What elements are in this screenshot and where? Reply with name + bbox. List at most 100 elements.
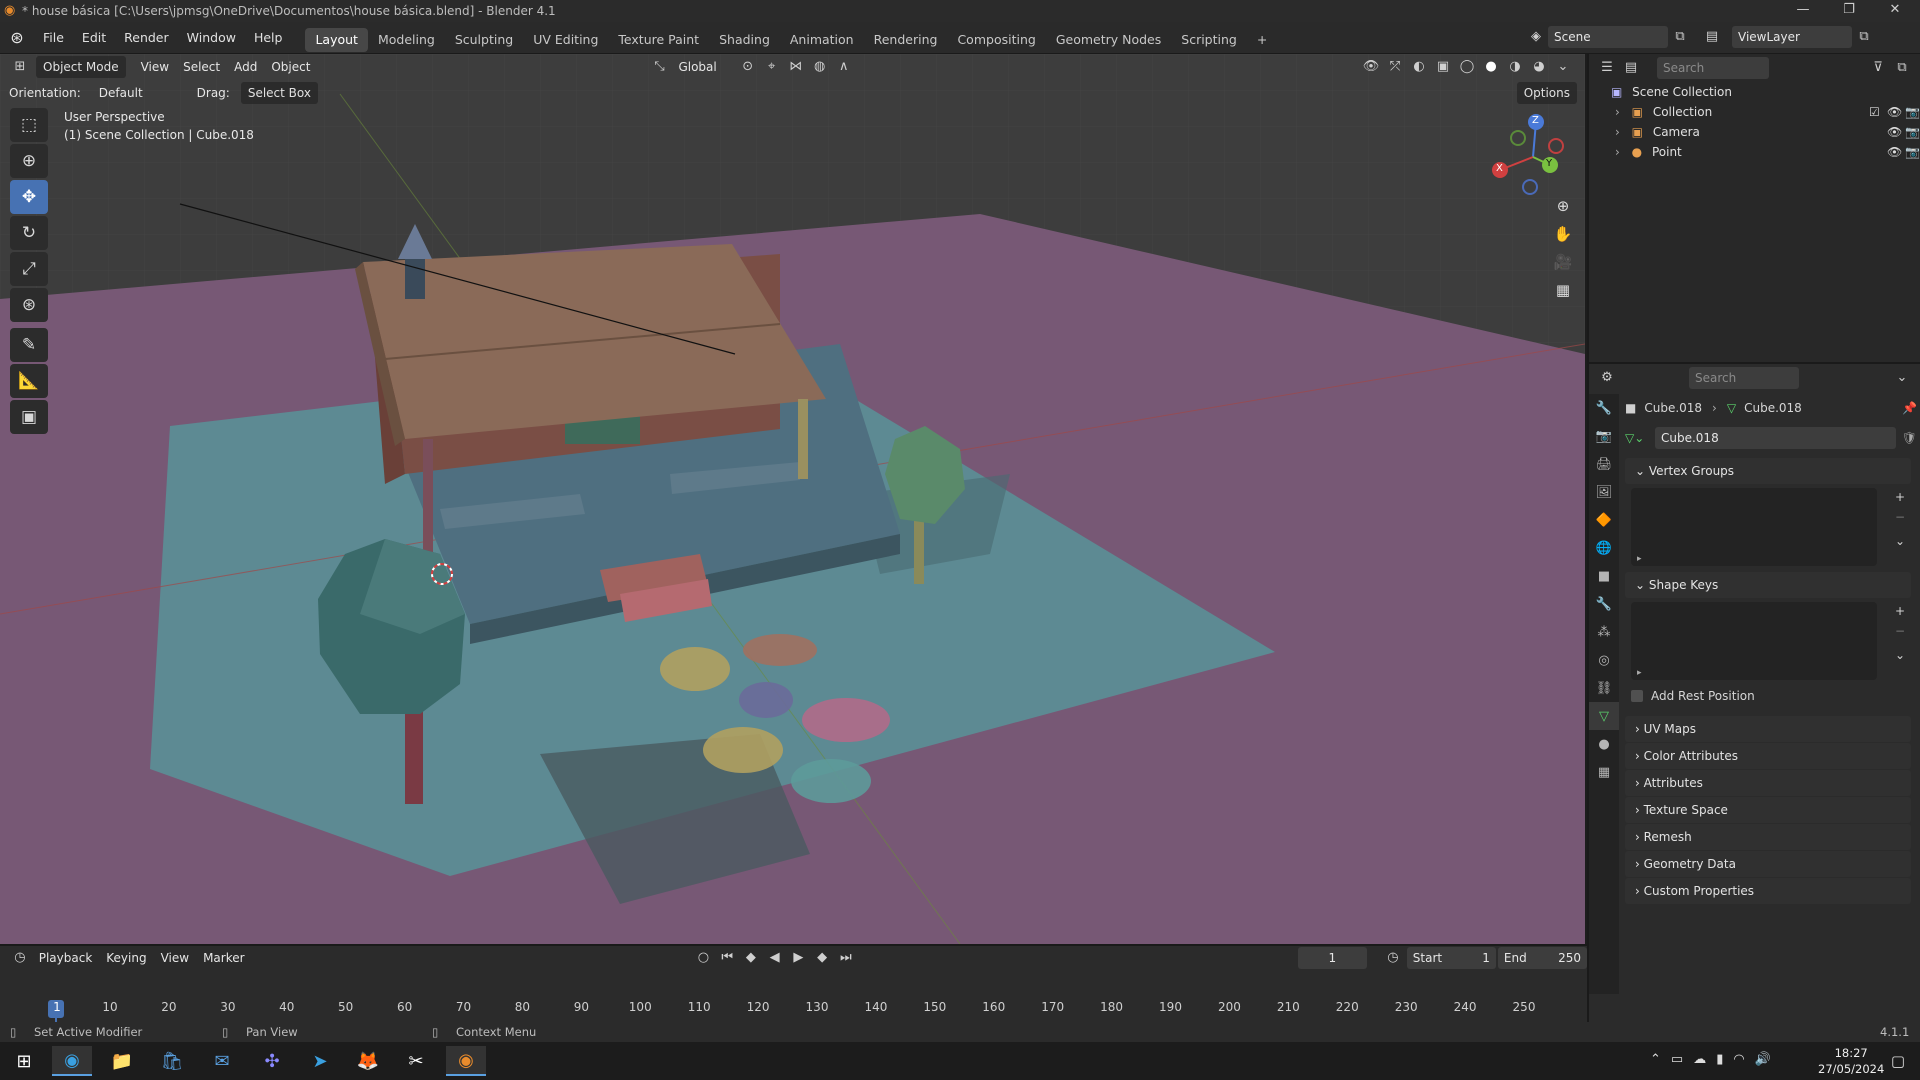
add-workspace-button[interactable]: + [1247,28,1277,52]
playback-menu[interactable]: Playback [32,951,100,965]
vertex-groups-panel-header[interactable]: ⌄ Vertex Groups [1625,458,1911,484]
menu-file[interactable]: File [34,22,73,54]
object-tab-icon[interactable]: ■ [1589,562,1619,590]
camera-view-icon[interactable]: 🎥 [1549,248,1577,276]
add-cube-tool-icon[interactable]: ▣ [10,400,48,434]
list-expand-icon[interactable]: ▸ [1637,554,1642,564]
list-expand-icon[interactable]: ▸ [1637,668,1642,678]
shape-keys-panel-header[interactable]: ⌄ Shape Keys [1625,572,1911,598]
gizmo-y-label[interactable]: Y [1546,158,1552,169]
physics-tab-icon[interactable]: ◎ [1589,646,1619,674]
play-icon[interactable]: ▶ [787,947,811,969]
keying-menu[interactable]: Keying [99,951,153,965]
pan-hand-icon[interactable]: ✋ [1549,220,1577,248]
options-dropdown[interactable]: Options [1516,82,1577,104]
remesh-panel-header[interactable]: › Remesh [1625,824,1911,850]
falloff-icon[interactable]: ∧ [832,56,856,78]
gizmo-z-label[interactable]: Z [1532,115,1539,126]
view-layer-field[interactable]: ViewLayer [1732,26,1852,48]
mesh-name-field[interactable]: Cube.018 [1655,427,1896,449]
transform-orientation-dropdown[interactable]: Global [671,60,723,74]
timeline-ruler[interactable]: 1 10 20 30 40 50 60 70 80 90 100 110 120 130 140 150 160… [0,970,1587,1048]
select-box-icon[interactable]: ⬚ [10,108,48,142]
viewport-menu-add[interactable]: Add [227,60,264,74]
store-icon[interactable]: 🛍 [152,1046,192,1076]
render-camera-icon[interactable]: 📷 [1905,102,1920,122]
add-rest-position-checkbox[interactable] [1631,690,1643,702]
add-shape-key-button[interactable]: + [1895,604,1905,618]
material-shading-icon[interactable]: ◑ [1503,56,1527,78]
tab-rendering[interactable]: Rendering [864,28,948,52]
solid-shading-icon[interactable]: ● [1479,56,1503,78]
remove-shape-key-button[interactable]: − [1895,624,1905,638]
tab-layout[interactable]: Layout [305,27,368,52]
move-tool-icon[interactable]: ✥ [10,180,48,214]
windows-start-icon[interactable]: ⊞ [4,1046,44,1076]
timeline-view-menu[interactable]: View [154,951,196,965]
exclude-checkbox[interactable]: ☑ [1869,102,1880,122]
snap-target-icon[interactable]: ⋈ [784,56,808,78]
orientation-dropdown[interactable]: Default [92,86,150,100]
scene-name-field[interactable]: Scene [1548,26,1668,48]
blender-menu-icon[interactable]: ⊛ [0,28,34,47]
next-keyframe-icon[interactable]: ◆ [810,947,834,969]
gizmo-x-label[interactable]: X [1496,163,1503,174]
tab-shading[interactable]: Shading [709,28,780,52]
menu-edit[interactable]: Edit [73,22,115,54]
tab-sculpting[interactable]: Sculpting [445,28,523,52]
visibility-eye-icon[interactable]: 👁 [1887,102,1902,122]
world-tab-icon[interactable]: 🌐 [1589,534,1619,562]
shape-keys-list[interactable]: + − ⌄ ▸ [1631,602,1905,680]
perspective-toggle-icon[interactable]: ▦ [1549,276,1577,304]
snap-icon[interactable]: ⌖ [760,56,784,78]
xray-toggle-icon[interactable]: ▣ [1431,56,1455,78]
timeline-editor-icon[interactable]: ◷ [8,947,32,969]
scale-tool-icon[interactable]: ⤢ [10,252,48,286]
rendered-shading-icon[interactable]: ◕ [1527,56,1551,78]
tab-texture-paint[interactable]: Texture Paint [608,28,709,52]
scene-selector-icon[interactable]: ◈ [1524,26,1548,48]
mesh-browse-icon[interactable]: ▽⌄ [1625,431,1651,445]
clock[interactable]: 18:27 27/05/2024 [1818,1045,1884,1077]
maximize-button[interactable]: ❐ [1826,2,1872,20]
tab-modeling[interactable]: Modeling [368,28,445,52]
uv-maps-panel-header[interactable]: › UV Maps [1625,716,1911,742]
capcut-icon[interactable]: ✂ [396,1046,436,1076]
expand-icon[interactable]: › [1615,125,1620,139]
outliner-item-collection[interactable]: › ▣ Collection ☑ 👁 📷 [1589,102,1920,122]
texture-tab-icon[interactable]: ▦ [1589,758,1619,786]
firefox-icon[interactable]: 🦊 [348,1046,388,1076]
tray-wifi-icon[interactable]: ◠ [1733,1052,1744,1067]
navigation-gizmo[interactable]: Z X Y [1488,112,1578,202]
properties-options-icon[interactable]: ⌄ [1890,367,1914,389]
properties-editor-icon[interactable]: ⚙ [1595,367,1619,389]
particles-tab-icon[interactable]: ⁂ [1589,618,1619,646]
remove-vertex-group-button[interactable]: − [1895,510,1905,524]
material-tab-icon[interactable]: ● [1589,730,1619,758]
tab-compositing[interactable]: Compositing [947,28,1045,52]
notifications-icon[interactable]: ▢ [1878,1046,1918,1076]
tab-scripting[interactable]: Scripting [1171,28,1247,52]
zoom-icon[interactable]: ⊕ [1549,192,1577,220]
render-camera-icon[interactable]: 📷 [1905,122,1920,142]
3d-viewport[interactable] [0,54,1585,944]
wireframe-shading-icon[interactable]: ◯ [1455,56,1479,78]
expand-icon[interactable]: › [1615,105,1620,119]
render-tab-icon[interactable]: 📷 [1589,422,1619,450]
marker-menu[interactable]: Marker [196,951,251,965]
menu-render[interactable]: Render [115,22,178,54]
start-frame-field[interactable]: Start 1 [1406,947,1496,969]
proportional-edit-icon[interactable]: ◍ [808,56,832,78]
mail-icon[interactable]: ✉ [202,1046,242,1076]
tray-battery-icon[interactable]: ▮ [1716,1052,1723,1067]
outliner-editor-icon[interactable]: ☰ [1595,57,1619,79]
tab-animation[interactable]: Animation [780,28,864,52]
auto-keying-icon[interactable]: ○ [692,947,716,969]
viewport-menu-select[interactable]: Select [176,60,227,74]
visibility-icon[interactable]: 👁 [1359,56,1383,78]
tool-tab-icon[interactable]: 🔧 [1589,394,1619,422]
new-scene-icon[interactable]: ⧉ [1668,26,1692,48]
tray-volume-icon[interactable]: 🔊 [1755,1052,1771,1067]
view-layer-selector-icon[interactable]: ▤ [1692,26,1732,48]
davinci-icon[interactable]: ✣ [252,1046,292,1076]
